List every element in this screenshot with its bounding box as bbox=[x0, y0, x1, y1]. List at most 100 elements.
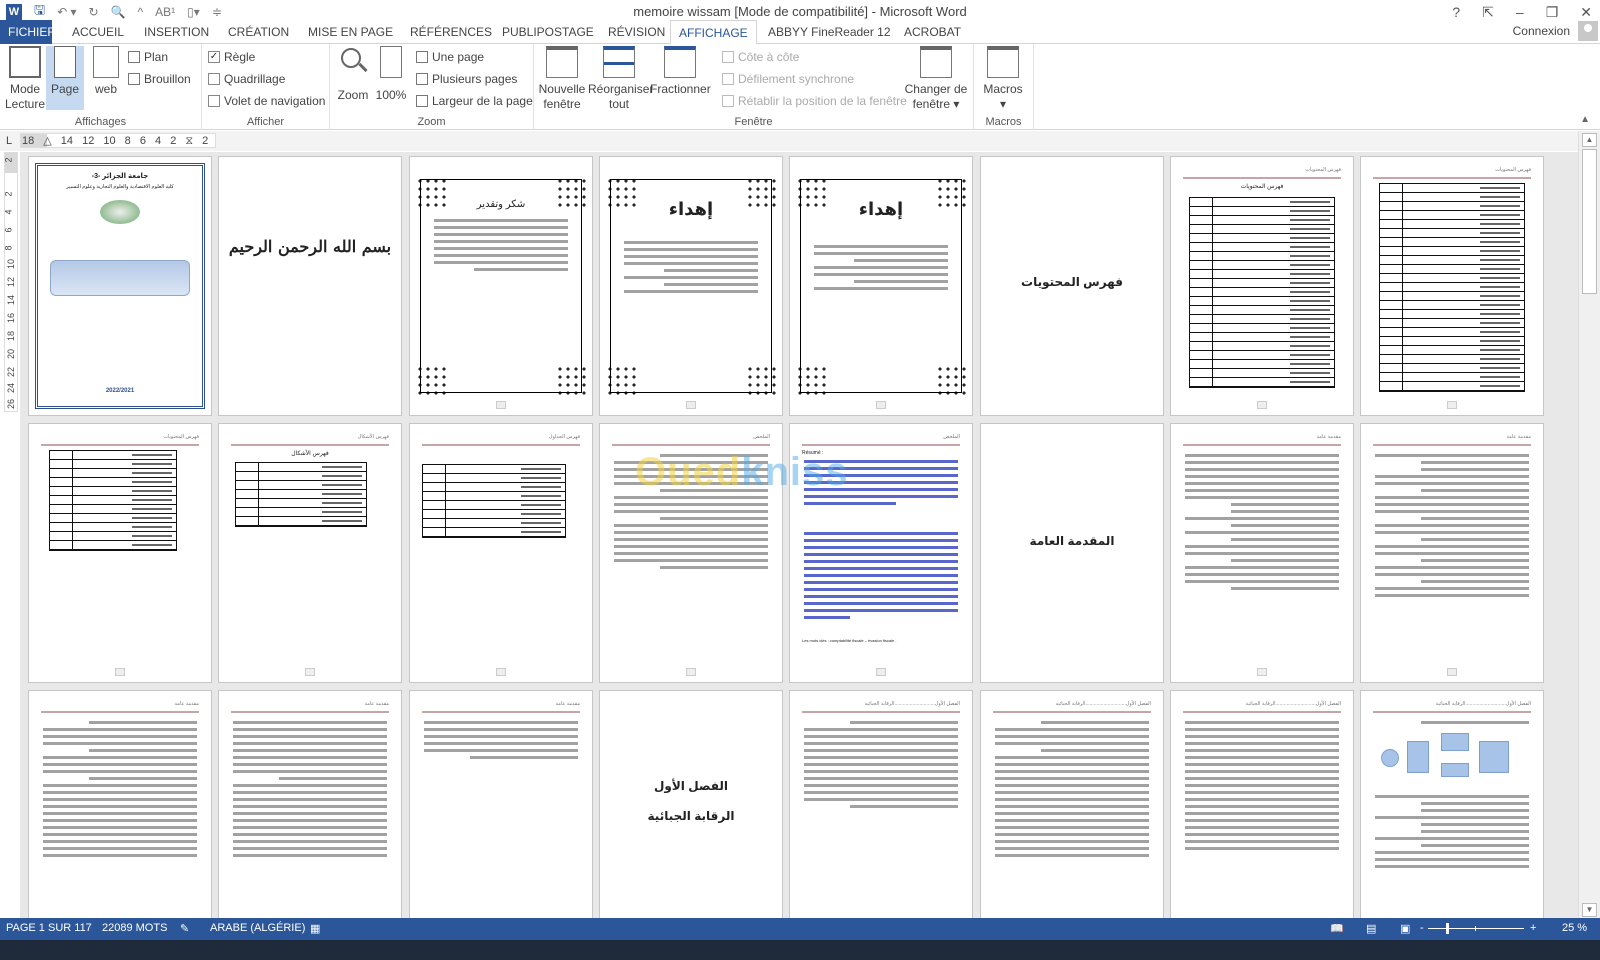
page-muqaddima-5[interactable]: مقدمة عامة bbox=[409, 690, 593, 919]
proofing-icon[interactable]: ✎ bbox=[180, 922, 189, 935]
checkbox-icon bbox=[208, 73, 220, 85]
outline-icon bbox=[128, 51, 140, 63]
mode-lecture-button[interactable]: Mode Lecture bbox=[4, 46, 46, 112]
help-icon[interactable]: ? bbox=[1452, 4, 1460, 20]
vertical-scrollbar[interactable]: ▲ ▼ bbox=[1578, 131, 1600, 919]
minimize-icon[interactable]: – bbox=[1516, 4, 1524, 20]
group-affichages: Mode Lecture Page web Plan Brouillon Aff… bbox=[0, 44, 202, 130]
zoom-button[interactable]: Zoom bbox=[334, 46, 372, 103]
macro-record-icon[interactable]: ▦ bbox=[310, 922, 320, 935]
tab-insertion[interactable]: INSERTION bbox=[136, 20, 217, 44]
page-fihris-title[interactable]: فهرس المحتويات bbox=[980, 156, 1164, 416]
page-muqaddima-1[interactable]: مقدمة عامة bbox=[1170, 423, 1354, 683]
ribbon-tabs: FICHIER ACCUEIL INSERTION CRÉATION MISE … bbox=[0, 20, 1600, 45]
group-afficher: ✓ Règle Quadrillage Volet de navigation … bbox=[202, 44, 330, 130]
zoom-level[interactable]: 25 % bbox=[1562, 922, 1587, 934]
cote-a-cote-button[interactable]: Côte à côte bbox=[722, 48, 799, 66]
word-count[interactable]: 22089 MOTS bbox=[102, 922, 167, 934]
retablir-position-button[interactable]: Rétablir la position de la fenêtre bbox=[722, 92, 907, 110]
tab-creation[interactable]: CRÉATION bbox=[220, 20, 297, 44]
scroll-up-icon[interactable]: ▲ bbox=[1582, 133, 1597, 147]
page-basmala[interactable]: بسم الله الرحمن الرحيم bbox=[218, 156, 402, 416]
macros-button[interactable]: Macros ▾ bbox=[978, 46, 1028, 112]
tab-mise-en-page[interactable]: MISE EN PAGE bbox=[300, 20, 401, 44]
plan-button[interactable]: Plan bbox=[128, 48, 168, 66]
hundred-percent-icon bbox=[380, 46, 402, 78]
defilement-synchrone-button[interactable]: Défilement synchrone bbox=[722, 70, 854, 88]
tab-revision[interactable]: RÉVISION bbox=[600, 20, 673, 44]
page-fasl1-title[interactable]: الفصل الأول الرقابة الجبائية bbox=[599, 690, 783, 919]
window-title: memoire wissam [Mode de compatibilité] -… bbox=[633, 4, 967, 19]
scroll-thumb[interactable] bbox=[1582, 149, 1597, 294]
language-indicator[interactable]: ARABE (ALGÉRIE) bbox=[210, 922, 305, 934]
tab-acrobat[interactable]: ACROBAT bbox=[896, 20, 969, 44]
multiple-pages-icon bbox=[416, 73, 428, 85]
page-count[interactable]: PAGE 1 SUR 117 bbox=[6, 922, 92, 934]
ribbon-display-icon[interactable]: ⇱ bbox=[1482, 4, 1494, 21]
vertical-ruler[interactable]: 2 2 4 6 8 10 12 14 16 18 20 22 24 26 bbox=[4, 152, 18, 412]
avatar[interactable] bbox=[1578, 21, 1598, 41]
page-fihris-3[interactable]: فهرس المحتويات bbox=[28, 423, 212, 683]
collapse-ribbon-icon[interactable]: ▲ bbox=[1580, 114, 1590, 125]
group-label-macros: Macros bbox=[985, 116, 1022, 128]
close-icon[interactable]: ✕ bbox=[1580, 4, 1592, 21]
page-fasl1-2[interactable]: الفصل الأول.............................… bbox=[980, 690, 1164, 919]
toc-table bbox=[1189, 197, 1335, 388]
page-cover[interactable]: جامعة الجزائر -3- كلية العلوم الاقتصادية… bbox=[28, 156, 212, 416]
page-muqaddima-title[interactable]: المقدمة العامة bbox=[980, 423, 1164, 683]
zoom-slider[interactable] bbox=[1428, 923, 1524, 934]
university-logo bbox=[100, 200, 140, 224]
largeur-page-button[interactable]: Largeur de la page bbox=[416, 92, 533, 110]
page-muqaddima-2[interactable]: مقدمة عامة bbox=[1360, 423, 1544, 683]
read-mode-view-icon[interactable]: 📖 bbox=[1330, 922, 1344, 935]
horizontal-ruler[interactable]: L 18 △ 14 12 10 8 6 4 2 ⧖ 2 bbox=[0, 131, 1600, 151]
tab-selector-icon[interactable]: L bbox=[6, 135, 12, 147]
page-fihris-ashkal[interactable]: فهرس الأشكال فهرس الأشكال bbox=[218, 423, 402, 683]
nouvelle-fenetre-button[interactable]: Nouvelle fenêtre bbox=[538, 46, 586, 112]
fractionner-button[interactable]: Fractionner bbox=[650, 46, 711, 97]
quadrillage-checkbox[interactable]: Quadrillage bbox=[208, 70, 285, 88]
page-shukr[interactable]: شكر وتقدير bbox=[409, 156, 593, 416]
brouillon-button[interactable]: Brouillon bbox=[128, 70, 191, 88]
volet-navigation-checkbox[interactable]: Volet de navigation bbox=[208, 92, 325, 110]
tab-fichier[interactable]: FICHIER bbox=[0, 20, 56, 44]
regle-checkbox[interactable]: ✓ Règle bbox=[208, 48, 255, 66]
tab-abbyy[interactable]: ABBYY FineReader 12 bbox=[760, 20, 899, 44]
plusieurs-pages-button[interactable]: Plusieurs pages bbox=[416, 70, 517, 88]
tab-accueil[interactable]: ACCUEIL bbox=[64, 20, 132, 44]
page-layout-button[interactable]: Page bbox=[46, 46, 84, 110]
ruler-numbers: 18 △ 14 12 10 8 6 4 2 ⧖ 2 bbox=[22, 135, 209, 147]
scroll-down-icon[interactable]: ▼ bbox=[1582, 903, 1597, 917]
page-fihris-jadawil[interactable]: فهرس الجداول bbox=[409, 423, 593, 683]
sign-in-link[interactable]: Connexion bbox=[1513, 24, 1570, 38]
macros-icon bbox=[987, 46, 1019, 78]
tab-publipostage[interactable]: PUBLIPOSTAGE bbox=[494, 20, 602, 44]
changer-fenetre-button[interactable]: Changer de fenêtre ▾ bbox=[904, 46, 968, 112]
page-fihris-2[interactable]: فهرس المحتويات bbox=[1360, 156, 1544, 416]
zoom-out-button[interactable]: - bbox=[1420, 922, 1424, 934]
thesis-title-box bbox=[50, 260, 190, 296]
page-fihris-1[interactable]: فهرس المحتويات فهرس المحتويات bbox=[1170, 156, 1354, 416]
page-ihdaa-1[interactable]: إهداء bbox=[599, 156, 783, 416]
read-mode-icon bbox=[9, 46, 41, 78]
reorganiser-tout-button[interactable]: Réorganiser tout bbox=[588, 46, 653, 112]
document-canvas[interactable]: جامعة الجزائر -3- كلية العلوم الاقتصادية… bbox=[20, 152, 1578, 919]
page-ihdaa-2[interactable]: إهداء bbox=[789, 156, 973, 416]
page-fasl1-1[interactable]: الفصل الأول.............................… bbox=[789, 690, 973, 919]
zoom-slider-knob[interactable] bbox=[1446, 923, 1449, 934]
restore-icon[interactable]: ❐ bbox=[1546, 4, 1559, 21]
page-muqaddima-3[interactable]: مقدمة عامة bbox=[28, 690, 212, 919]
page-muqaddima-4[interactable]: مقدمة عامة bbox=[218, 690, 402, 919]
zoom-in-button[interactable]: + bbox=[1530, 922, 1536, 934]
tab-affichage[interactable]: AFFICHAGE bbox=[670, 20, 757, 45]
tab-references[interactable]: RÉFÉRENCES bbox=[402, 20, 500, 44]
page-fasl1-4[interactable]: الفصل الأول.............................… bbox=[1360, 690, 1544, 919]
group-fenetre: Nouvelle fenêtre Réorganiser tout Fracti… bbox=[534, 44, 974, 130]
web-icon bbox=[93, 46, 119, 78]
une-page-button[interactable]: Une page bbox=[416, 48, 484, 66]
web-layout-button[interactable]: web bbox=[88, 46, 124, 97]
zoom-100-button[interactable]: 100% bbox=[374, 46, 408, 103]
print-layout-view-icon[interactable]: ▤ bbox=[1366, 922, 1376, 935]
page-fasl1-3[interactable]: الفصل الأول.............................… bbox=[1170, 690, 1354, 919]
web-layout-view-icon[interactable]: ▣ bbox=[1400, 922, 1410, 935]
